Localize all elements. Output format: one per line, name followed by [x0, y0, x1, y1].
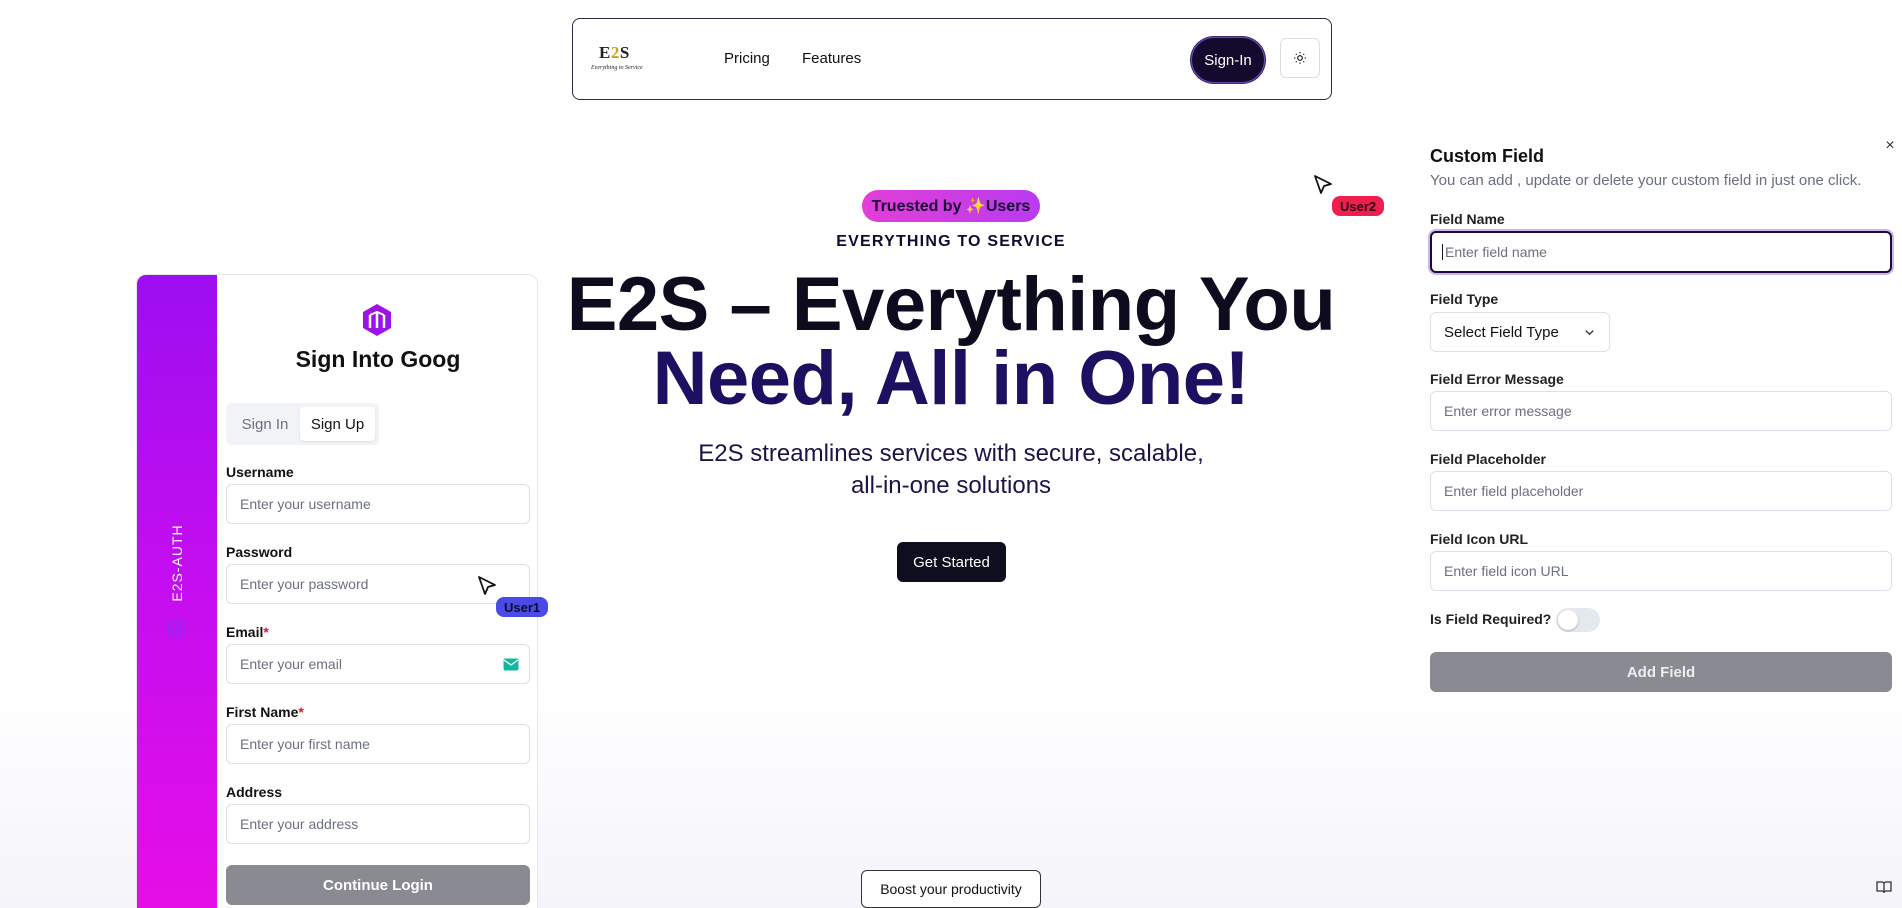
- text-caret: [1442, 244, 1443, 260]
- hero-title: E2S – Everything You Need, All in One!: [560, 262, 1342, 421]
- trusted-badge: Truested by ✨Users: [862, 190, 1040, 222]
- panel-description: You can add , update or delete your cust…: [1430, 172, 1862, 189]
- field-placeholder-input[interactable]: Enter field placeholder: [1430, 471, 1892, 511]
- nav-link-pricing[interactable]: Pricing: [724, 50, 770, 67]
- nav-link-features[interactable]: Features: [802, 50, 861, 67]
- toggle-knob: [1558, 610, 1578, 630]
- auth-card-strip: E2S-AUTH: [137, 275, 217, 908]
- email-icon: [503, 658, 519, 671]
- password-label: Password: [226, 544, 293, 560]
- cursor-tag-user1: User1: [496, 597, 549, 617]
- field-type-select[interactable]: Select Field Type: [1430, 312, 1610, 352]
- logo-wordmark: E2S: [599, 43, 630, 62]
- username-input[interactable]: Enter your username: [226, 484, 530, 524]
- panel-title: Custom Field: [1430, 146, 1545, 166]
- email-input[interactable]: Enter your email: [226, 644, 530, 684]
- username-label: Username: [226, 464, 294, 480]
- hero-subtitle-line1: E2S streamlines services with secure, sc…: [698, 440, 1204, 467]
- field-type-label: Field Type: [1430, 291, 1499, 307]
- strip-label: E2S-AUTH: [169, 524, 185, 602]
- signin-button[interactable]: Sign-In: [1191, 37, 1265, 83]
- email-label: Email*: [226, 624, 269, 640]
- book-icon[interactable]: [1876, 880, 1892, 894]
- auth-card-title: Sign Into Goog: [295, 346, 461, 372]
- close-icon[interactable]: ×: [1882, 138, 1898, 154]
- cursor-tag-user2: User2: [1332, 196, 1385, 216]
- field-name-placeholder: Enter field name: [1445, 244, 1547, 260]
- chevron-down-icon: [1585, 330, 1594, 336]
- tab-sign-up[interactable]: Sign Up: [300, 407, 375, 441]
- error-message-label: Field Error Message: [1430, 371, 1564, 387]
- address-label: Address: [226, 784, 283, 800]
- top-navbar: E2S Everything to Service Pricing Featur…: [572, 18, 1332, 100]
- auth-tabs: Sign In Sign Up: [226, 403, 379, 445]
- email-placeholder: Enter your email: [240, 656, 342, 672]
- cursor-arrow-icon: [478, 576, 496, 595]
- logo-tagline: Everything to Service: [591, 65, 643, 71]
- required-toggle-label: Is Field Required?: [1430, 611, 1552, 627]
- add-field-button[interactable]: Add Field: [1430, 652, 1892, 692]
- field-name-label: Field Name: [1430, 211, 1505, 227]
- hero-title-line2: Need, All in One!: [652, 336, 1250, 421]
- brand-mark-icon: [363, 304, 391, 336]
- brand-logo[interactable]: E2S Everything to Service: [591, 39, 647, 79]
- custom-field-panel: × Custom Field You can add , update or d…: [1430, 138, 1895, 698]
- cursor-arrow-icon: [1314, 175, 1332, 194]
- first-name-input[interactable]: Enter your first name: [226, 724, 530, 764]
- field-type-value: Select Field Type: [1444, 323, 1559, 341]
- address-input[interactable]: Enter your address: [226, 804, 530, 844]
- hero-title-line1: E2S – Everything You: [566, 262, 1336, 347]
- required-toggle[interactable]: [1556, 608, 1600, 632]
- brand-mark-icon: [167, 617, 187, 639]
- hero-subtitle-line2: all-in-one solutions: [850, 472, 1052, 499]
- first-name-label: First Name*: [226, 704, 304, 720]
- tab-sign-in[interactable]: Sign In: [230, 407, 300, 441]
- boost-productivity-button[interactable]: Boost your productivity: [861, 870, 1041, 908]
- sun-icon: [1294, 52, 1306, 64]
- hero-subtitle: E2S streamlines services with secure, sc…: [650, 438, 1252, 502]
- field-placeholder-label: Field Placeholder: [1430, 451, 1546, 467]
- icon-url-input[interactable]: Enter field icon URL: [1430, 551, 1892, 591]
- field-name-input[interactable]: Enter field name: [1430, 231, 1892, 273]
- get-started-button[interactable]: Get Started: [897, 542, 1006, 582]
- icon-url-label: Field Icon URL: [1430, 531, 1528, 547]
- hero-eyebrow: EVERYTHING TO SERVICE: [836, 233, 1066, 250]
- error-message-input[interactable]: Enter error message: [1430, 391, 1892, 431]
- theme-toggle-button[interactable]: [1280, 38, 1320, 78]
- continue-login-button[interactable]: Continue Login: [226, 865, 530, 905]
